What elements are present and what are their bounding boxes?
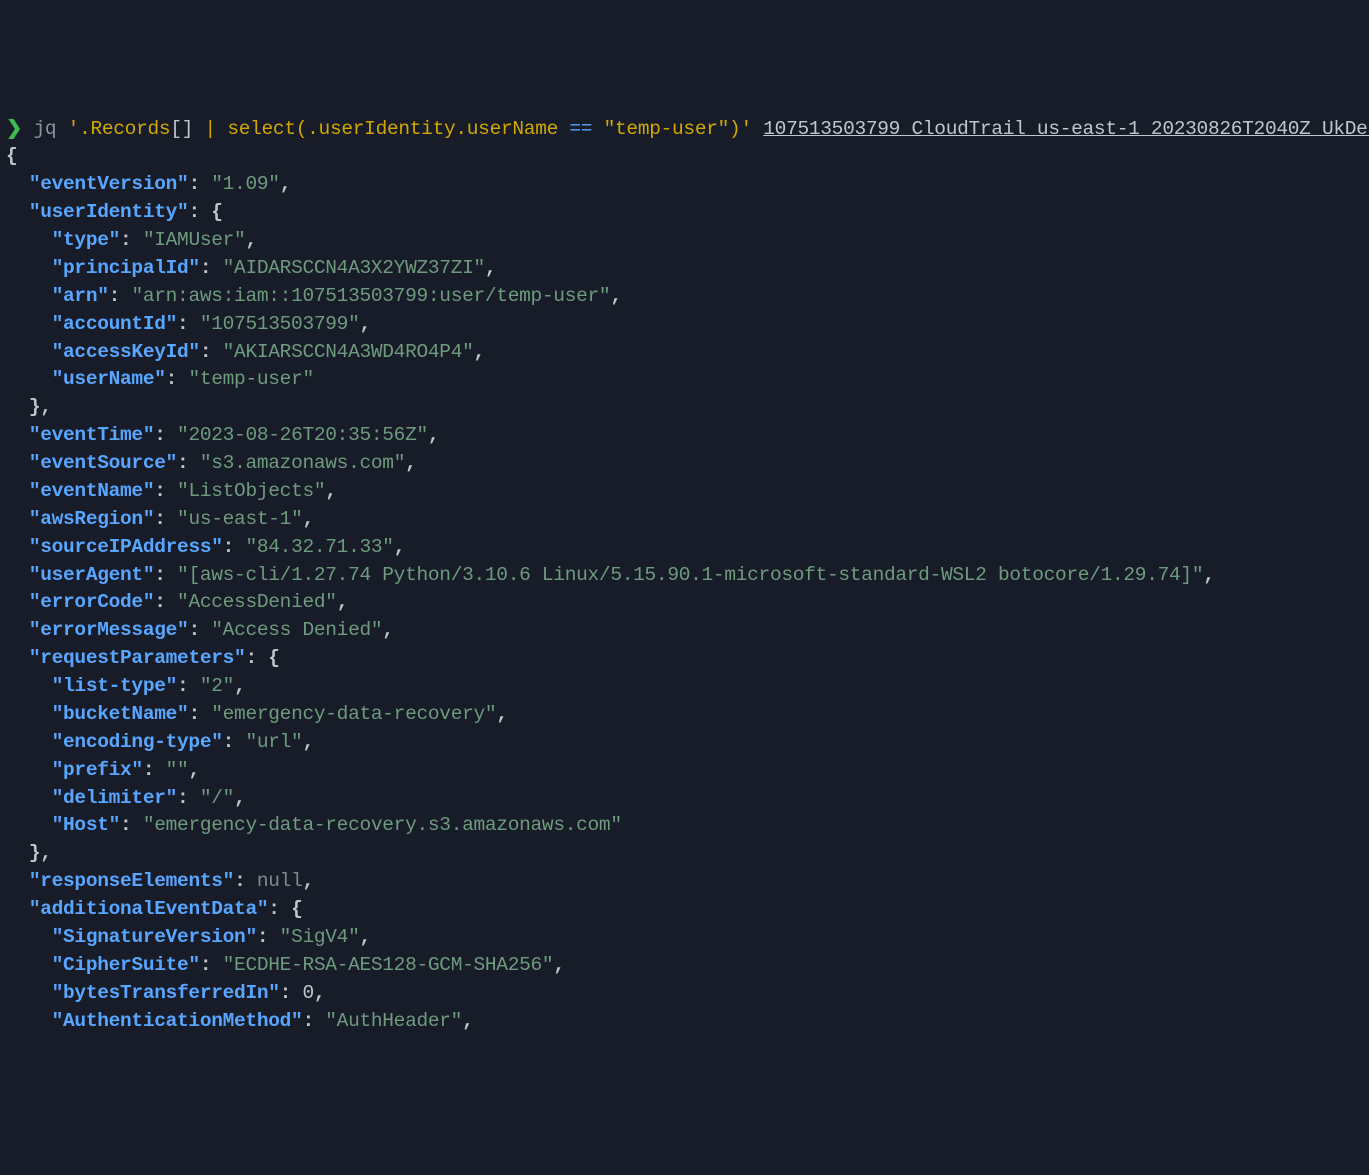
key-additionaleventdata: "additionalEventData" <box>29 898 268 920</box>
jq-pipe: | <box>193 118 227 140</box>
key-host: "Host" <box>52 814 120 836</box>
jq-filter-prefix: '.Records <box>68 118 171 140</box>
key-useridentity: "userIdentity" <box>29 201 189 223</box>
key-bucketname: "bucketName" <box>52 703 189 725</box>
value-accountid: "107513503799" <box>200 313 360 335</box>
value-arn: "arn:aws:iam::107513503799:user/temp-use… <box>131 285 610 307</box>
key-errorcode: "errorCode" <box>29 591 154 613</box>
value-awsregion: "us-east-1" <box>177 508 302 530</box>
json-open-brace: { <box>6 145 17 167</box>
value-sourceip: "84.32.71.33" <box>245 536 393 558</box>
value-ciphersuite: "ECDHE-RSA-AES128-GCM-SHA256" <box>223 954 554 976</box>
value-eventsource: "s3.amazonaws.com" <box>200 452 405 474</box>
value-listtype: "2" <box>200 675 234 697</box>
key-listtype: "list-type" <box>52 675 177 697</box>
value-eventname: "ListObjects" <box>177 480 325 502</box>
value-encodingtype: "url" <box>245 731 302 753</box>
value-errorcode: "AccessDenied" <box>177 591 337 613</box>
key-principalid: "principalId" <box>52 257 200 279</box>
jq-path: .userIdentity.userName <box>307 118 569 140</box>
key-authmethod: "AuthenticationMethod" <box>52 1010 303 1032</box>
value-signatureversion: "SigV4" <box>280 926 360 948</box>
filename: 107513503799_CloudTrail_us-east-1_202308… <box>763 118 1369 140</box>
jq-brackets: [] <box>170 118 193 140</box>
value-eventtime: "2023-08-26T20:35:56Z" <box>177 424 428 446</box>
key-errormessage: "errorMessage" <box>29 619 189 641</box>
key-eventname: "eventName" <box>29 480 154 502</box>
key-useragent: "userAgent" <box>29 564 154 586</box>
key-accesskeyid: "accessKeyId" <box>52 341 200 363</box>
key-accountid: "accountId" <box>52 313 177 335</box>
jq-select-open: select( <box>227 118 307 140</box>
key-eventversion: "eventVersion" <box>29 173 189 195</box>
command-name: jq <box>33 118 56 140</box>
key-type: "type" <box>52 229 120 251</box>
value-eventversion: "1.09" <box>211 173 279 195</box>
value-type: "IAMUser" <box>143 229 246 251</box>
value-bucketname: "emergency-data-recovery" <box>211 703 496 725</box>
key-requestparams: "requestParameters" <box>29 647 246 669</box>
value-responseelements: null <box>257 870 303 892</box>
key-eventsource: "eventSource" <box>29 452 177 474</box>
jq-value: "temp-user" <box>592 118 729 140</box>
key-delimiter: "delimiter" <box>52 787 177 809</box>
value-username: "temp-user" <box>188 368 313 390</box>
key-sourceip: "sourceIPAddress" <box>29 536 223 558</box>
value-bytestransferredin: 0 <box>302 982 313 1004</box>
value-delimiter: "/" <box>200 787 234 809</box>
key-arn: "arn" <box>52 285 109 307</box>
key-username: "userName" <box>52 368 166 390</box>
value-principalid: "AIDARSCCN4A3X2YWZ37ZI" <box>223 257 485 279</box>
key-prefix: "prefix" <box>52 759 143 781</box>
key-bytestransferredin: "bytesTransferredIn" <box>52 982 280 1004</box>
value-host: "emergency-data-recovery.s3.amazonaws.co… <box>143 814 622 836</box>
key-eventtime: "eventTime" <box>29 424 154 446</box>
value-prefix: "" <box>166 759 189 781</box>
value-errormessage: "Access Denied" <box>211 619 382 641</box>
value-accesskeyid: "AKIARSCCN4A3WD4RO4P4" <box>223 341 474 363</box>
prompt-symbol: ❯ <box>6 118 22 140</box>
value-useragent: "[aws-cli/1.27.74 Python/3.10.6 Linux/5.… <box>177 564 1203 586</box>
key-encodingtype: "encoding-type" <box>52 731 223 753</box>
key-ciphersuite: "CipherSuite" <box>52 954 200 976</box>
key-awsregion: "awsRegion" <box>29 508 154 530</box>
jq-select-close: )' <box>729 118 752 140</box>
jq-equals: == <box>569 118 592 140</box>
value-authmethod: "AuthHeader" <box>325 1010 462 1032</box>
key-signatureversion: "SignatureVersion" <box>52 926 257 948</box>
key-responseelements: "responseElements" <box>29 870 234 892</box>
terminal-output[interactable]: ❯ jq '.Records[] | select(.userIdentity.… <box>6 116 1363 1036</box>
